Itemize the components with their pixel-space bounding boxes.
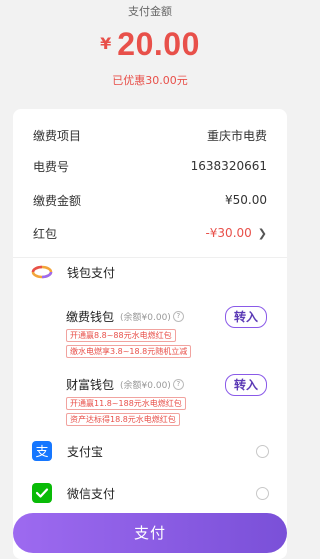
wallet-item-payment: 缴费钱包 (余额¥0.00) ? 转入 开通赢8.8~88元水电燃红包 缴水电燃… xyxy=(66,306,267,358)
detail-value: 1638320661 xyxy=(190,159,267,173)
pay-amount: ¥20.00 xyxy=(0,26,300,63)
detail-key: 缴费项目 xyxy=(33,128,82,143)
method-label: 微信支付 xyxy=(67,486,116,501)
promo-tag: 开通赢8.8~88元水电燃红包 xyxy=(66,329,176,342)
alipay-radio[interactable] xyxy=(256,444,269,458)
wallet-name: 财富钱包 xyxy=(66,377,115,392)
help-icon[interactable]: ? xyxy=(172,378,184,390)
wallet-pay-section: 钱包支付 xyxy=(31,260,269,284)
method-wechat[interactable]: 微信支付 xyxy=(31,481,269,505)
detail-value: 重庆市电费 xyxy=(206,128,267,143)
detail-key: 缴费金额 xyxy=(33,193,82,208)
currency-symbol: ¥ xyxy=(100,34,112,53)
help-icon[interactable]: ? xyxy=(172,310,184,322)
svg-text:支: 支 xyxy=(35,445,48,460)
detail-row-account: 电费号 1638320661 xyxy=(33,156,267,176)
promo-tag: 缴水电燃享3.8~18.8元随机立减 xyxy=(66,345,192,358)
pay-amount-title: 支付金额 xyxy=(128,5,172,18)
wallet-logo-icon xyxy=(31,261,53,283)
pay-button[interactable]: 支付 xyxy=(13,513,287,553)
wechat-radio[interactable] xyxy=(256,486,269,500)
transfer-in-button[interactable]: 转入 xyxy=(225,306,267,328)
promo-tag: 开通赢11.8~188元水电燃红包 xyxy=(66,397,186,410)
method-label: 支付宝 xyxy=(67,444,104,459)
wechat-pay-icon xyxy=(31,482,53,504)
detail-row-amount: 缴费金额 ¥50.00 xyxy=(33,190,267,210)
chevron-right-icon: ❯ xyxy=(257,227,267,240)
detail-row-item: 缴费项目 重庆市电费 xyxy=(33,125,267,145)
detail-value: ¥50.00 xyxy=(225,193,267,207)
amount-value: 20.00 xyxy=(117,26,200,62)
detail-key: 电费号 xyxy=(33,159,70,174)
wallet-item-wealth: 财富钱包 (余额¥0.00) ? 转入 开通赢11.8~188元水电燃红包 资产… xyxy=(66,374,267,426)
method-alipay[interactable]: 支 支付宝 xyxy=(31,439,269,463)
wallet-balance: (余额¥0.00) xyxy=(120,312,171,323)
redpacket-value: -¥30.00 xyxy=(205,226,252,240)
payment-card: 缴费项目 重庆市电费 电费号 1638320661 缴费金额 ¥50.00 红包… xyxy=(13,109,287,559)
promo-tag: 资产达标得18.8元水电燃红包 xyxy=(66,413,180,426)
alipay-icon: 支 xyxy=(31,440,53,462)
divider xyxy=(13,257,287,258)
transfer-in-button[interactable]: 转入 xyxy=(225,374,267,396)
detail-row-redpacket[interactable]: 红包 -¥30.00 ❯ xyxy=(33,223,267,243)
wallet-balance: (余额¥0.00) xyxy=(120,380,171,391)
wallet-pay-title: 钱包支付 xyxy=(67,265,116,280)
discount-text: 已优惠30.00元 xyxy=(112,74,188,87)
detail-key: 红包 xyxy=(33,226,58,241)
wallet-name: 缴费钱包 xyxy=(66,309,115,324)
